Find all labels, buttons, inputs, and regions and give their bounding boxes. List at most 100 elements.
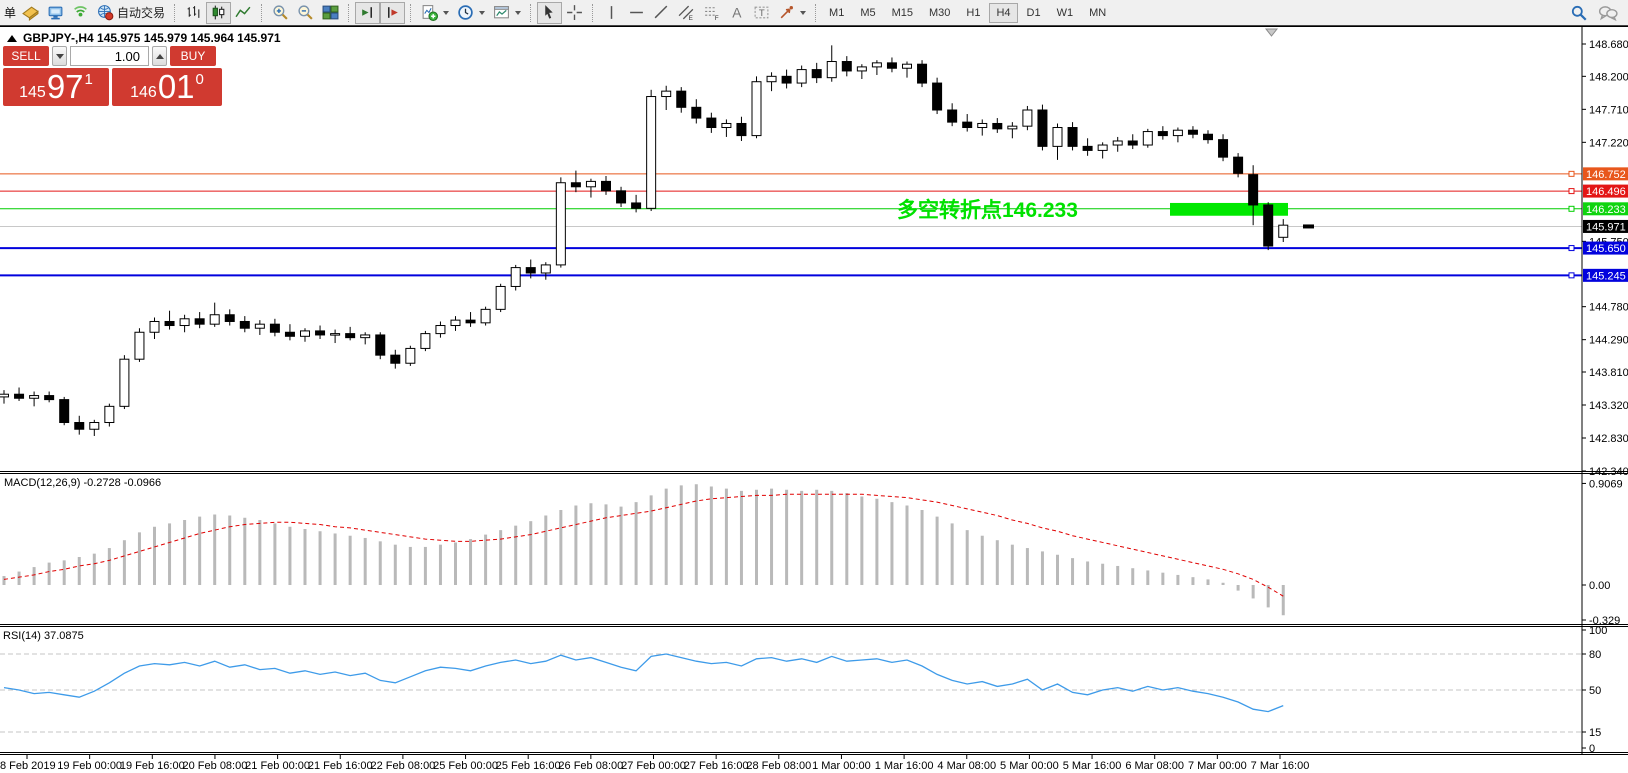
one-click-collapse-icon[interactable]: [7, 35, 17, 42]
candle-body: [782, 76, 791, 83]
timeframe-m1-button[interactable]: M1: [822, 3, 851, 23]
time-tick-label: 1 Mar 16:00: [875, 760, 934, 772]
candle-body: [421, 334, 430, 349]
toolbar-separator: [815, 4, 817, 22]
zoom-out-button[interactable]: [293, 2, 318, 24]
autotrade-button[interactable]: 自动交易: [93, 2, 169, 24]
buy-price-prefix: 146: [130, 84, 157, 102]
horizontal-line-button[interactable]: [624, 2, 649, 24]
text-label-icon: T: [753, 4, 770, 21]
line-handle[interactable]: [1569, 246, 1574, 251]
timeframe-m30-button[interactable]: M30: [922, 3, 957, 23]
sell-price-button[interactable]: 145 97 1: [3, 68, 109, 106]
svg-text:F: F: [715, 15, 719, 21]
candle-body: [466, 320, 475, 323]
journal-button[interactable]: [18, 2, 43, 24]
candle-body: [90, 423, 99, 430]
timeframe-d1-button[interactable]: D1: [1020, 3, 1048, 23]
candle-body: [1143, 132, 1152, 145]
timeframe-mn-button[interactable]: MN: [1082, 3, 1113, 23]
trendline-icon: [653, 4, 670, 21]
time-tick-label: 7 Mar 16:00: [1251, 760, 1310, 772]
toolbar-separator: [530, 4, 532, 22]
equidistant-channel-icon: E: [678, 4, 695, 21]
buy-button[interactable]: BUY: [170, 46, 216, 66]
line-handle[interactable]: [1569, 206, 1574, 211]
zoom-in-icon: [272, 4, 289, 21]
candle-body: [270, 324, 279, 332]
line-handle[interactable]: [1569, 273, 1574, 278]
line-chart-button[interactable]: [231, 2, 256, 24]
chart-shift-button[interactable]: [380, 2, 405, 24]
fibonacci-button[interactable]: F: [699, 2, 724, 24]
toolbar-separator: [410, 4, 412, 22]
candle-body: [1173, 130, 1182, 135]
timeframe-h4-button[interactable]: H4: [989, 3, 1017, 23]
text-tool-button[interactable]: A: [724, 2, 749, 24]
candle-body: [662, 91, 671, 96]
crosshair-button[interactable]: [562, 2, 587, 24]
time-tick-label: 5 Mar 16:00: [1063, 760, 1122, 772]
auto-scroll-button[interactable]: [355, 2, 380, 24]
chat-icon[interactable]: [1598, 4, 1618, 22]
sell-button[interactable]: SELL: [3, 46, 49, 66]
volume-decrease-button[interactable]: [52, 46, 67, 66]
candle-body: [0, 394, 9, 397]
chart-area[interactable]: 多空转折点146.233MACD(12,26,9) -0.2728 -0.096…: [0, 26, 1628, 773]
templates-button[interactable]: [489, 2, 525, 24]
line-handle[interactable]: [1569, 171, 1574, 176]
chevron-down-icon: [515, 11, 521, 15]
signals-button[interactable]: [68, 2, 93, 24]
candle-body: [60, 400, 69, 423]
candlestick-chart-button[interactable]: [206, 2, 231, 24]
time-tick-label: 27 Feb 16:00: [684, 760, 749, 772]
buy-price-button[interactable]: 146 01 0: [112, 68, 222, 106]
candle-body: [1008, 126, 1017, 129]
search-icon[interactable]: [1570, 4, 1588, 22]
indicators-icon: [421, 4, 438, 21]
timeframe-h1-button[interactable]: H1: [959, 3, 987, 23]
timeframe-m5-button[interactable]: M5: [853, 3, 882, 23]
candle-body: [526, 268, 535, 273]
candle-body: [586, 181, 595, 186]
candle-body: [752, 82, 761, 136]
time-tick-label: 26 Feb 08:00: [558, 760, 623, 772]
periods-button[interactable]: [453, 2, 489, 24]
cursor-button[interactable]: [537, 2, 562, 24]
time-tick-label: 1 Mar 00:00: [812, 760, 871, 772]
candle-body: [376, 335, 385, 355]
new-order-button[interactable]: 单: [2, 4, 18, 21]
tile-windows-button[interactable]: [318, 2, 343, 24]
vertical-line-button[interactable]: [599, 2, 624, 24]
cursor-icon: [541, 4, 558, 21]
volume-increase-button[interactable]: [152, 46, 167, 66]
volume-input[interactable]: 1.00: [70, 46, 149, 66]
trendline-button[interactable]: [649, 2, 674, 24]
bar-chart-icon: [185, 4, 202, 21]
current-price-dash: [1303, 224, 1314, 228]
zoom-in-button[interactable]: [268, 2, 293, 24]
candle-body: [737, 123, 746, 135]
text-label-button[interactable]: T: [749, 2, 774, 24]
indicators-button[interactable]: [417, 2, 453, 24]
candle-body: [647, 97, 656, 209]
price-tick-label: 143.810: [1589, 367, 1628, 379]
vps-button[interactable]: [43, 2, 68, 24]
candle-body: [842, 62, 851, 71]
candle-body: [511, 268, 520, 287]
bar-chart-button[interactable]: [181, 2, 206, 24]
candle-body: [135, 332, 144, 359]
pivot-annotation-text[interactable]: 多空转折点146.233: [897, 198, 1078, 222]
candle-body: [195, 319, 204, 324]
time-tick-label: 19 Feb 00:00: [57, 760, 122, 772]
line-handle[interactable]: [1569, 189, 1574, 194]
timeframe-w1-button[interactable]: W1: [1050, 3, 1081, 23]
candle-body: [1023, 110, 1032, 126]
buy-price-pip: 0: [196, 71, 204, 88]
chart-title-row: GBPJPY-,H4 145.975 145.979 145.964 145.9…: [7, 31, 281, 45]
timeframe-m15-button[interactable]: M15: [885, 3, 920, 23]
macd-tick-label: 0.9069: [1589, 478, 1623, 490]
arrows-button[interactable]: [774, 2, 810, 24]
candle-body: [1158, 132, 1167, 136]
equidistant-channel-button[interactable]: E: [674, 2, 699, 24]
